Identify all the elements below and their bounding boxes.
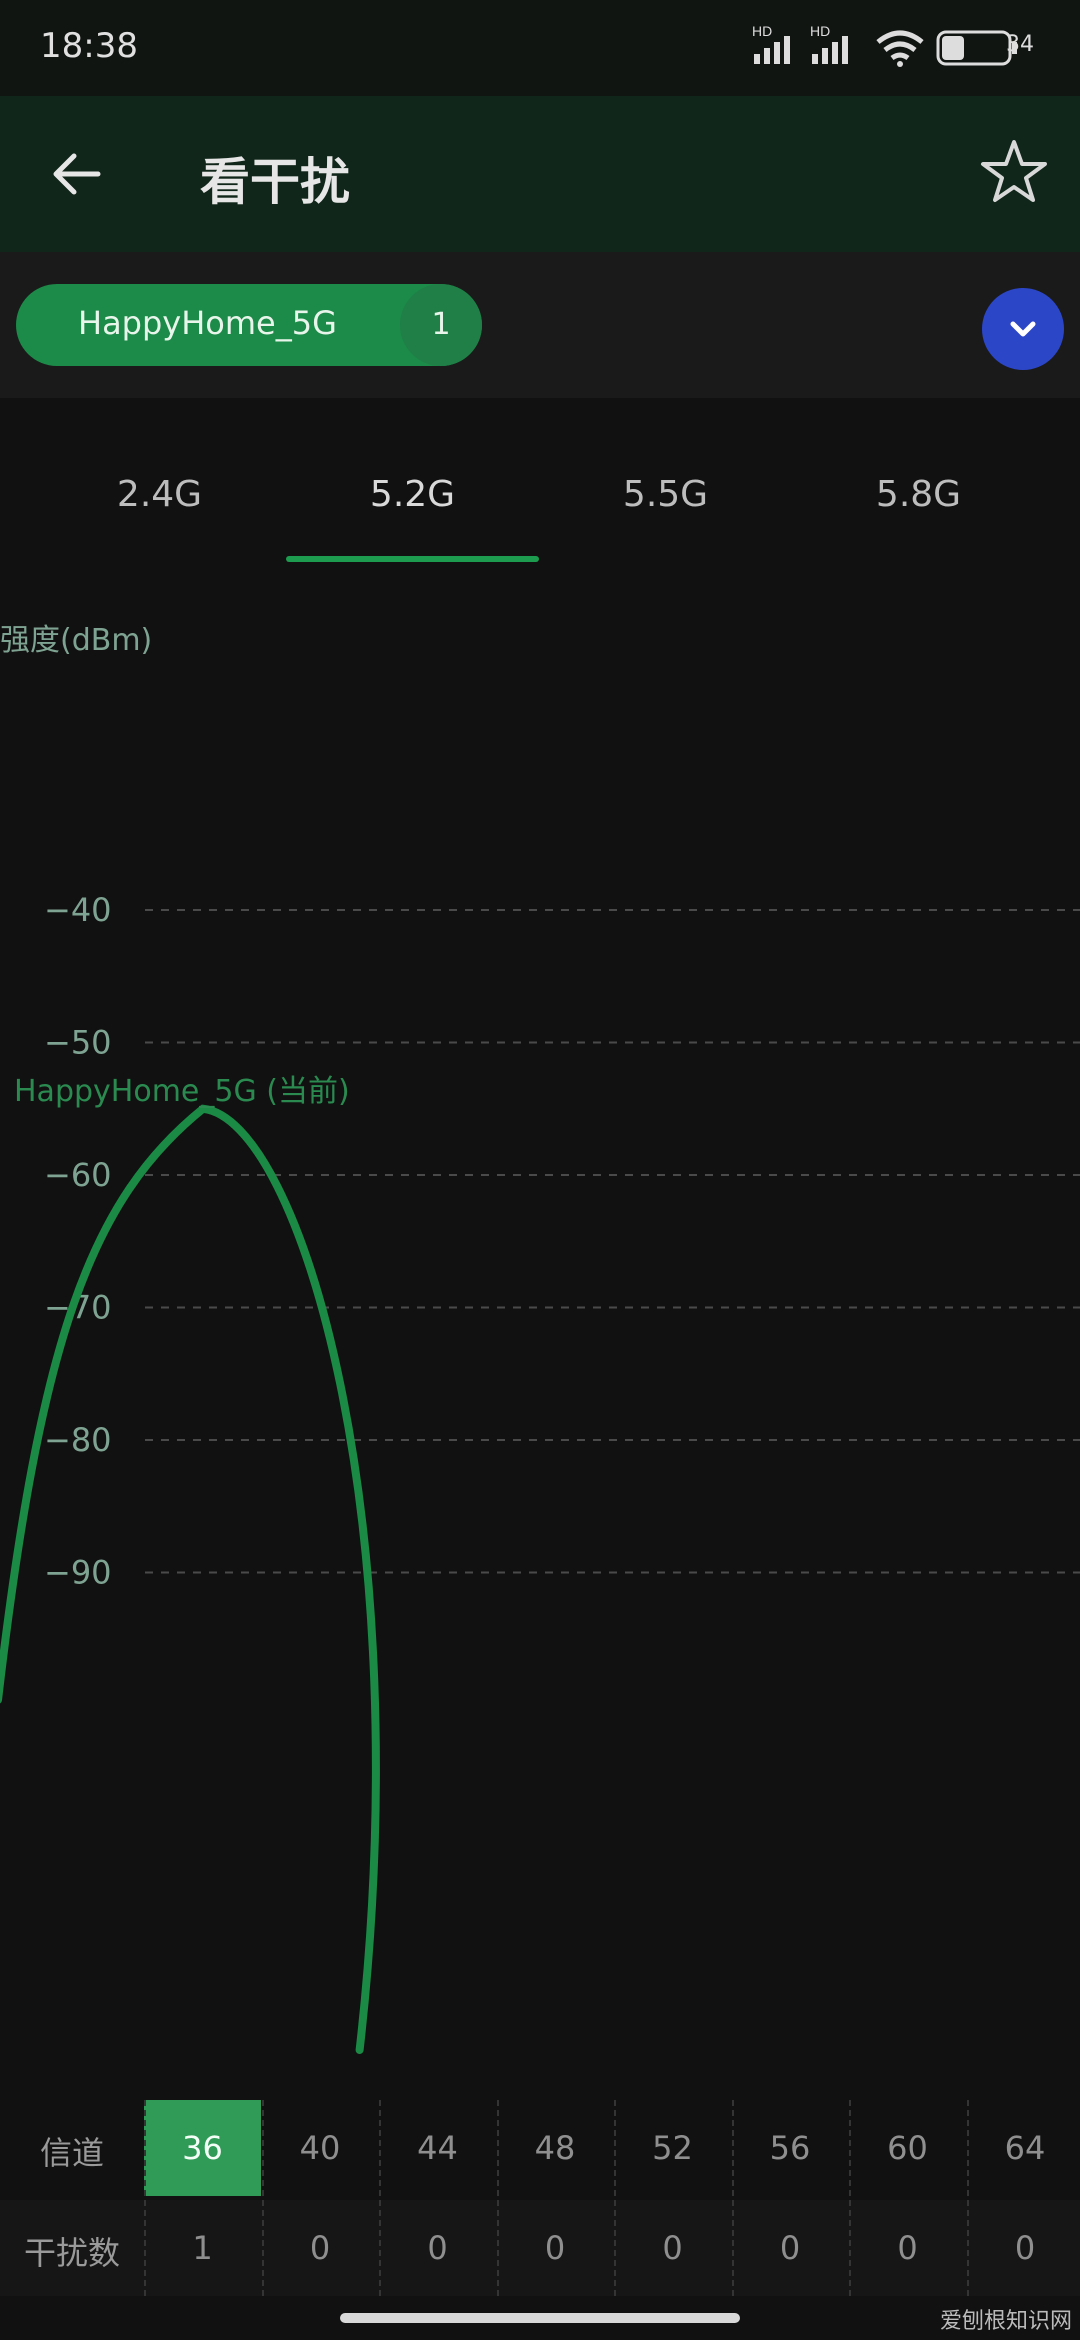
page-title: 看干扰 [200, 153, 350, 211]
signal-chart-svg: 强度(dBm) −40−50−60−70−80−90 HappyHome_5G … [0, 623, 1080, 2054]
interference-cell: 0 [779, 2229, 801, 2267]
interference-cell: 0 [662, 2229, 683, 2267]
hd-label: HD [810, 23, 830, 39]
battery-level: 34 [1006, 32, 1034, 57]
app-bar: 看干扰 [0, 96, 1080, 252]
star-outline-icon[interactable] [978, 136, 1050, 208]
y-tick-label: −80 [44, 1421, 112, 1459]
channel-row-label: 信道 [39, 2134, 104, 2172]
channel-cell[interactable]: 60 [849, 2100, 966, 2196]
column-divider [966, 2100, 969, 2296]
hd-label: HD [752, 23, 772, 39]
y-axis-label: 强度(dBm) [0, 623, 152, 658]
ssid-count-badge: 1 [400, 284, 482, 366]
interference-cell: 1 [192, 2229, 213, 2267]
y-tick-label: −90 [44, 1554, 112, 1592]
grid-layer: −40−50−60−70−80−90 [44, 891, 1080, 1592]
interference-cell: 0 [897, 2229, 918, 2267]
channel-cell[interactable]: 44 [379, 2100, 496, 2196]
channel-cell[interactable]: 56 [732, 2100, 849, 2196]
channel-table: 信道 干扰数 36 1 40 0 44 0 48 0 52 0 56 0 60 0 64 0 [0, 2100, 1080, 2300]
channel-cell[interactable]: 48 [497, 2100, 614, 2196]
column-divider [614, 2100, 616, 2296]
column-divider [261, 2100, 264, 2296]
tab-indicator [286, 556, 539, 562]
interference-cell: 0 [427, 2229, 448, 2267]
column-divider [849, 2100, 851, 2296]
channel-cell[interactable]: 52 [614, 2100, 731, 2196]
column-divider [144, 2100, 146, 2296]
column-divider [731, 2100, 734, 2296]
cellular-signal-icon: HD [752, 23, 790, 64]
y-tick-label: −40 [44, 891, 112, 929]
column-divider [496, 2100, 499, 2296]
tab-5-5g[interactable]: 5.5G [539, 474, 792, 515]
chevron-down-icon [1010, 321, 1036, 337]
channel-cell[interactable]: 36 [144, 2100, 261, 2196]
band-tabs: 2.4G 5.2G 5.5G 5.8G [0, 398, 1080, 568]
interference-row-label: 干扰数 [23, 2234, 120, 2272]
wifi-icon [876, 30, 924, 67]
dropdown-button[interactable] [982, 288, 1064, 370]
interference-cell: 0 [544, 2229, 566, 2267]
channel-cell[interactable]: 40 [262, 2100, 379, 2196]
status-bar: 18:38 HD HD 34 [0, 0, 1080, 96]
home-indicator [340, 2313, 740, 2323]
interference-cell: 0 [309, 2229, 331, 2267]
ssid-name: HappyHome_5G [78, 304, 337, 342]
status-icons: HD HD [750, 20, 1050, 80]
column-divider [379, 2100, 381, 2296]
watermark: 爱刨根知识网 [939, 2309, 1072, 2334]
interference-cell: 0 [1014, 2229, 1036, 2267]
ssid-chip[interactable]: HappyHome_5G 1 [16, 284, 482, 366]
series-label: HappyHome_5G (当前) [14, 1074, 350, 1109]
arrow-left-icon[interactable] [46, 142, 110, 206]
cellular-signal-icon: HD [810, 23, 848, 64]
tab-5-8g[interactable]: 5.8G [792, 474, 1045, 515]
channel-cell[interactable]: 64 [967, 2100, 1080, 2196]
tab-5-2g[interactable]: 5.2G [286, 474, 539, 515]
tab-2-4g[interactable]: 2.4G [33, 474, 286, 515]
status-time: 18:38 [40, 26, 138, 66]
network-selector: HappyHome_5G 1 [0, 252, 1080, 398]
signal-chart: 强度(dBm) −40 −50 −60 −70 −80 −90 HappyHome_5G … [0, 620, 1080, 2100]
y-tick-label: −50 [44, 1024, 112, 1062]
y-tick-label: −60 [44, 1156, 112, 1194]
